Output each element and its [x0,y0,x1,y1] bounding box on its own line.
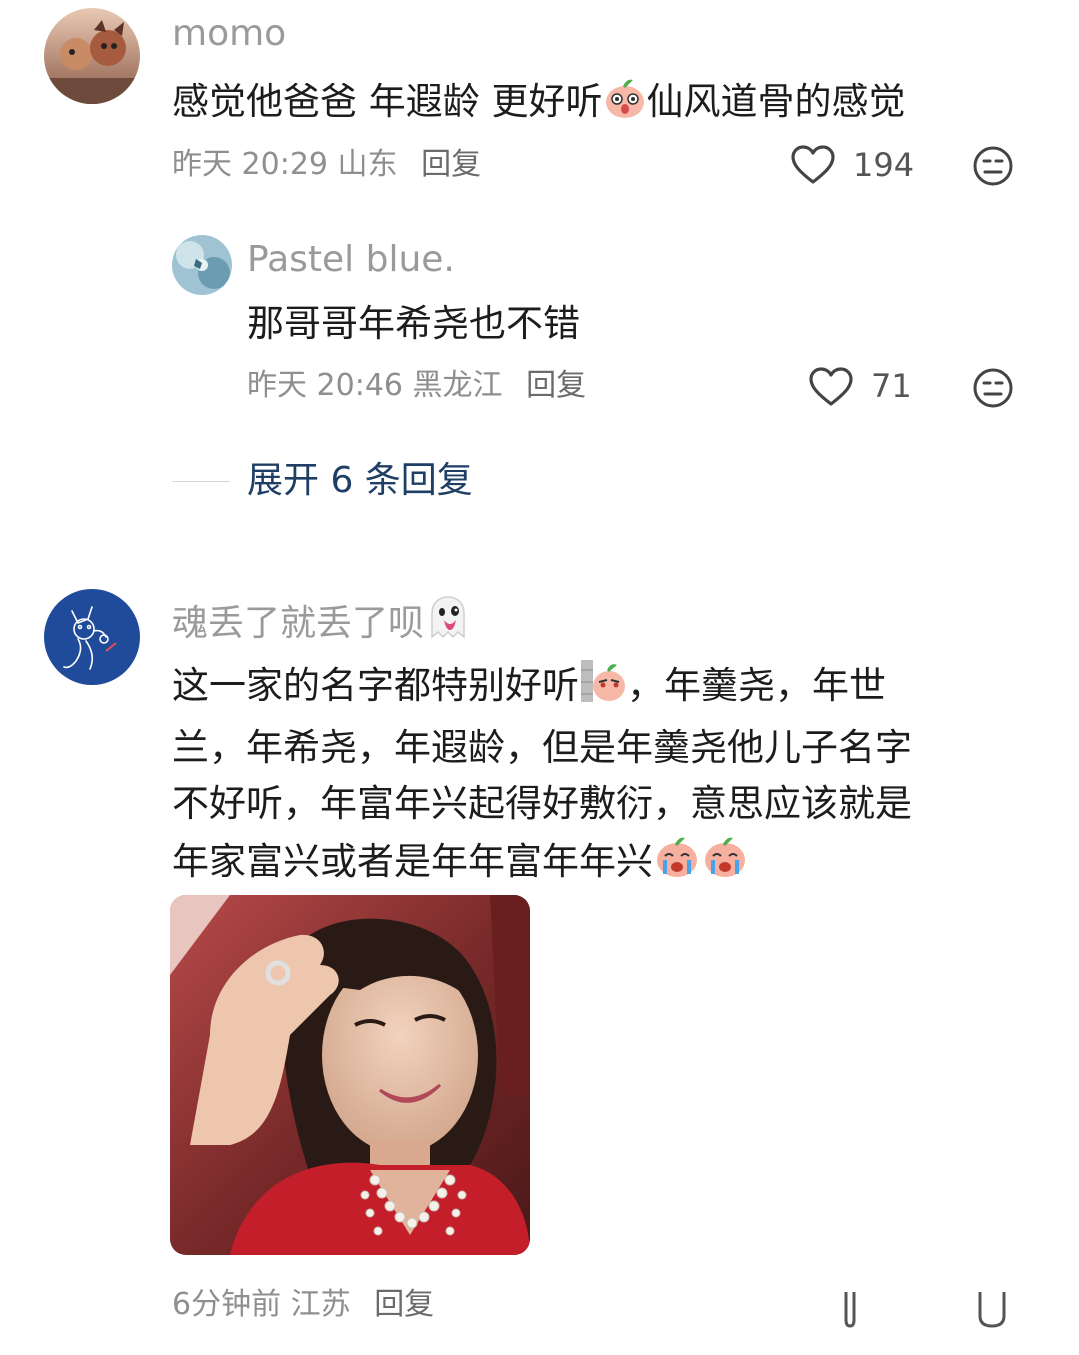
comment-location: 山东 [337,147,398,182]
comment-text-part: ，年羹尧，年世 [627,664,886,707]
meh-face-icon [973,146,1013,186]
like-count: 194 [853,146,915,184]
meh-face-icon [978,1292,1006,1328]
avatar-user2[interactable] [44,589,140,685]
like-button[interactable] [842,1290,858,1328]
dislike-button[interactable] [972,367,1014,409]
avatar-momo[interactable] [44,8,140,104]
reply-button[interactable]: 回复 [421,147,481,182]
like-count: 71 [871,367,912,405]
comment-time: 6分钟前 [172,1287,282,1322]
comment-text: 感觉他爸爸 年遐龄 更好听 仙风道骨的感觉 [172,74,906,136]
comment-text-part: 这一家的名字都特别好听 [172,664,579,707]
comment-text: 这一家的名字都特别好听 ，年羹尧，年世 兰，年希尧，年遐龄，但是年羹尧他儿子名字 … [172,656,1022,896]
crying-peach-emoji [701,832,749,896]
peeking-peach-emoji [579,656,627,720]
username[interactable]: 魂丢了就丢了呗 [172,593,472,650]
username[interactable]: momo [172,14,286,54]
comment-image[interactable] [170,895,530,1255]
reply-location: 黑龙江 [412,368,503,403]
comment-text-part: 仙风道骨的感觉 [646,80,906,123]
avatar-pastel-blue[interactable] [172,235,232,295]
like-button[interactable] [790,144,836,186]
heart-outline-icon [791,145,835,184]
comment-meta: 昨天 20:29 山东 回复 [172,147,481,183]
heart-outline-icon [809,367,853,406]
dislike-button[interactable] [976,1290,1008,1328]
comment-location: 江苏 [290,1287,351,1322]
heart-outline-icon [844,1292,856,1328]
crying-peach-emoji [653,832,701,896]
username-text: 魂丢了就丢了呗 [172,603,425,644]
expand-divider [172,481,230,482]
like-button[interactable] [808,366,854,408]
comment-line: 兰，年希尧，年遐龄，但是年羹尧他儿子名字 [172,726,912,769]
comment-line: 这一家的名字都特别好听 ，年羹尧，年世 [172,656,1022,720]
ghost-emoji [424,593,472,650]
reply-time: 昨天 20:46 [247,368,403,403]
comment-meta: 6分钟前 江苏 回复 [172,1287,434,1323]
reply-meta: 昨天 20:46 黑龙江 回复 [247,368,586,404]
expand-replies-link[interactable]: 展开 6 条回复 [247,461,473,501]
comment-line: 年家富兴或者是年年富年年兴 [172,832,1022,896]
surprised-peach-emoji [603,76,647,136]
meh-face-icon [973,368,1013,408]
dislike-button[interactable] [972,145,1014,187]
reply-text: 那哥哥年希尧也不错 [247,302,580,345]
reply-button[interactable]: 回复 [374,1287,434,1322]
comment-text-part: 感觉他爸爸 年遐龄 更好听 [172,80,603,123]
comment-text-part: 年家富兴或者是年年富年年兴 [172,840,653,883]
reply-username[interactable]: Pastel blue. [247,240,455,280]
comment-line: 不好听，年富年兴起得好敷衍，意思应该就是 [172,782,912,825]
comment-time: 昨天 20:29 [172,147,328,182]
reply-button[interactable]: 回复 [526,368,586,403]
